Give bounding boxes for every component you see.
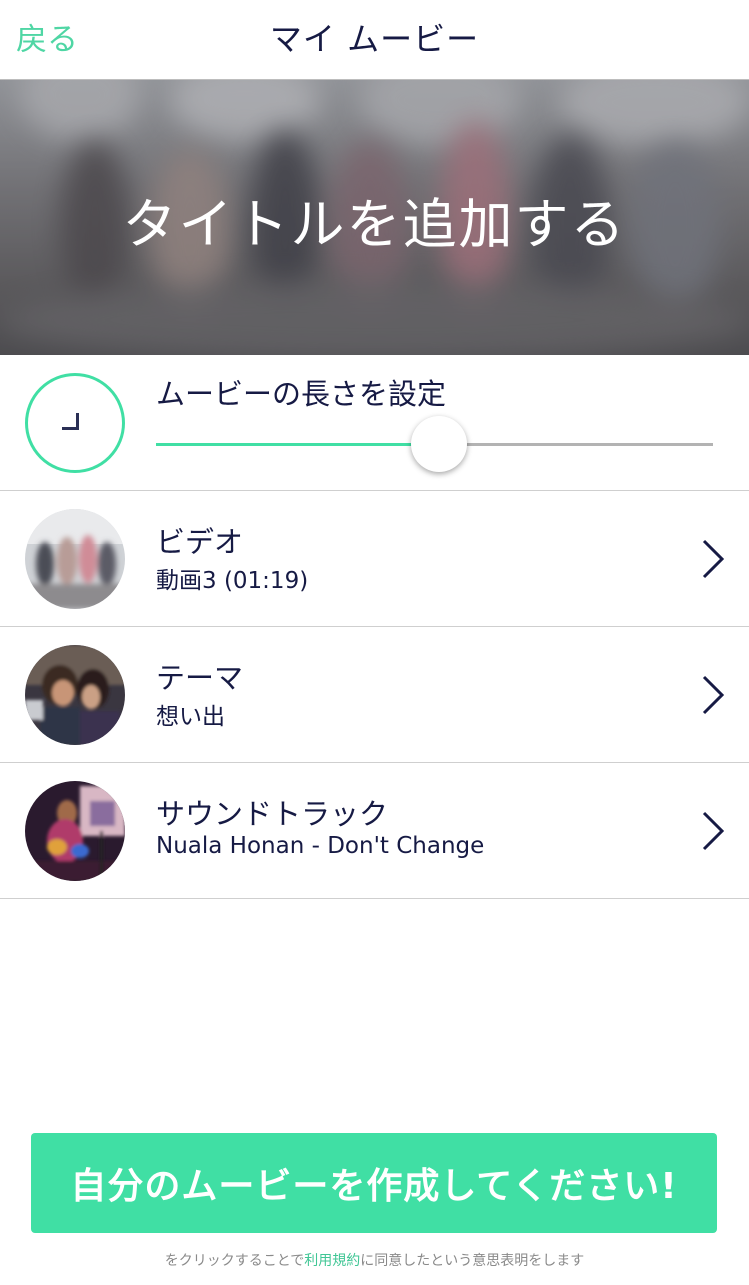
theme-thumbnail [25,645,125,745]
soundtrack-title: サウンドトラック [156,797,389,831]
list-item-soundtrack[interactable]: サウンドトラック Nuala Honan - Don't Change [0,763,749,899]
length-slider-thumb[interactable] [411,416,467,472]
clock-hand [62,427,79,430]
list-item-video[interactable]: ビデオ 動画3 (01:19) [0,491,749,627]
chevron-right-icon [702,811,725,851]
title-banner[interactable]: タイトルを追加する [0,80,749,355]
list-item-theme[interactable]: テーマ 想い出 [0,627,749,763]
terms-notice: をクリックすることで利用規約に同意したという意思表明をします [0,1250,749,1270]
video-subtitle: 動画3 (01:19) [156,568,309,594]
video-thumbnail [25,509,125,609]
page-title: マイ ムービー [269,20,480,58]
nav-bar: 戻る マイ ムービー [0,0,749,80]
soundtrack-thumbnail [25,781,125,881]
chevron-right-icon [702,675,725,715]
video-thumbnail-image [25,509,125,609]
create-movie-button[interactable]: 自分のムービーを作成してください! [31,1133,717,1233]
soundtrack-thumbnail-image [25,781,125,881]
soundtrack-subtitle: Nuala Honan - Don't Change [156,833,485,859]
terms-link[interactable]: 利用規約 [304,1253,360,1269]
movie-length-row: ムービーの長さを設定 [0,355,749,491]
movie-length-label: ムービーの長さを設定 [156,377,447,411]
theme-thumbnail-image [25,645,125,745]
add-title-label: タイトルを追加する [122,193,627,256]
chevron-right-icon [702,539,725,579]
theme-title: テーマ [156,661,244,695]
video-title: ビデオ [156,525,244,559]
theme-subtitle: 想い出 [156,704,225,730]
clock-icon [25,373,125,473]
length-slider-fill [156,443,435,446]
terms-prefix: をクリックすることで [164,1253,305,1269]
terms-suffix: に同意したという意思表明をします [360,1253,585,1269]
